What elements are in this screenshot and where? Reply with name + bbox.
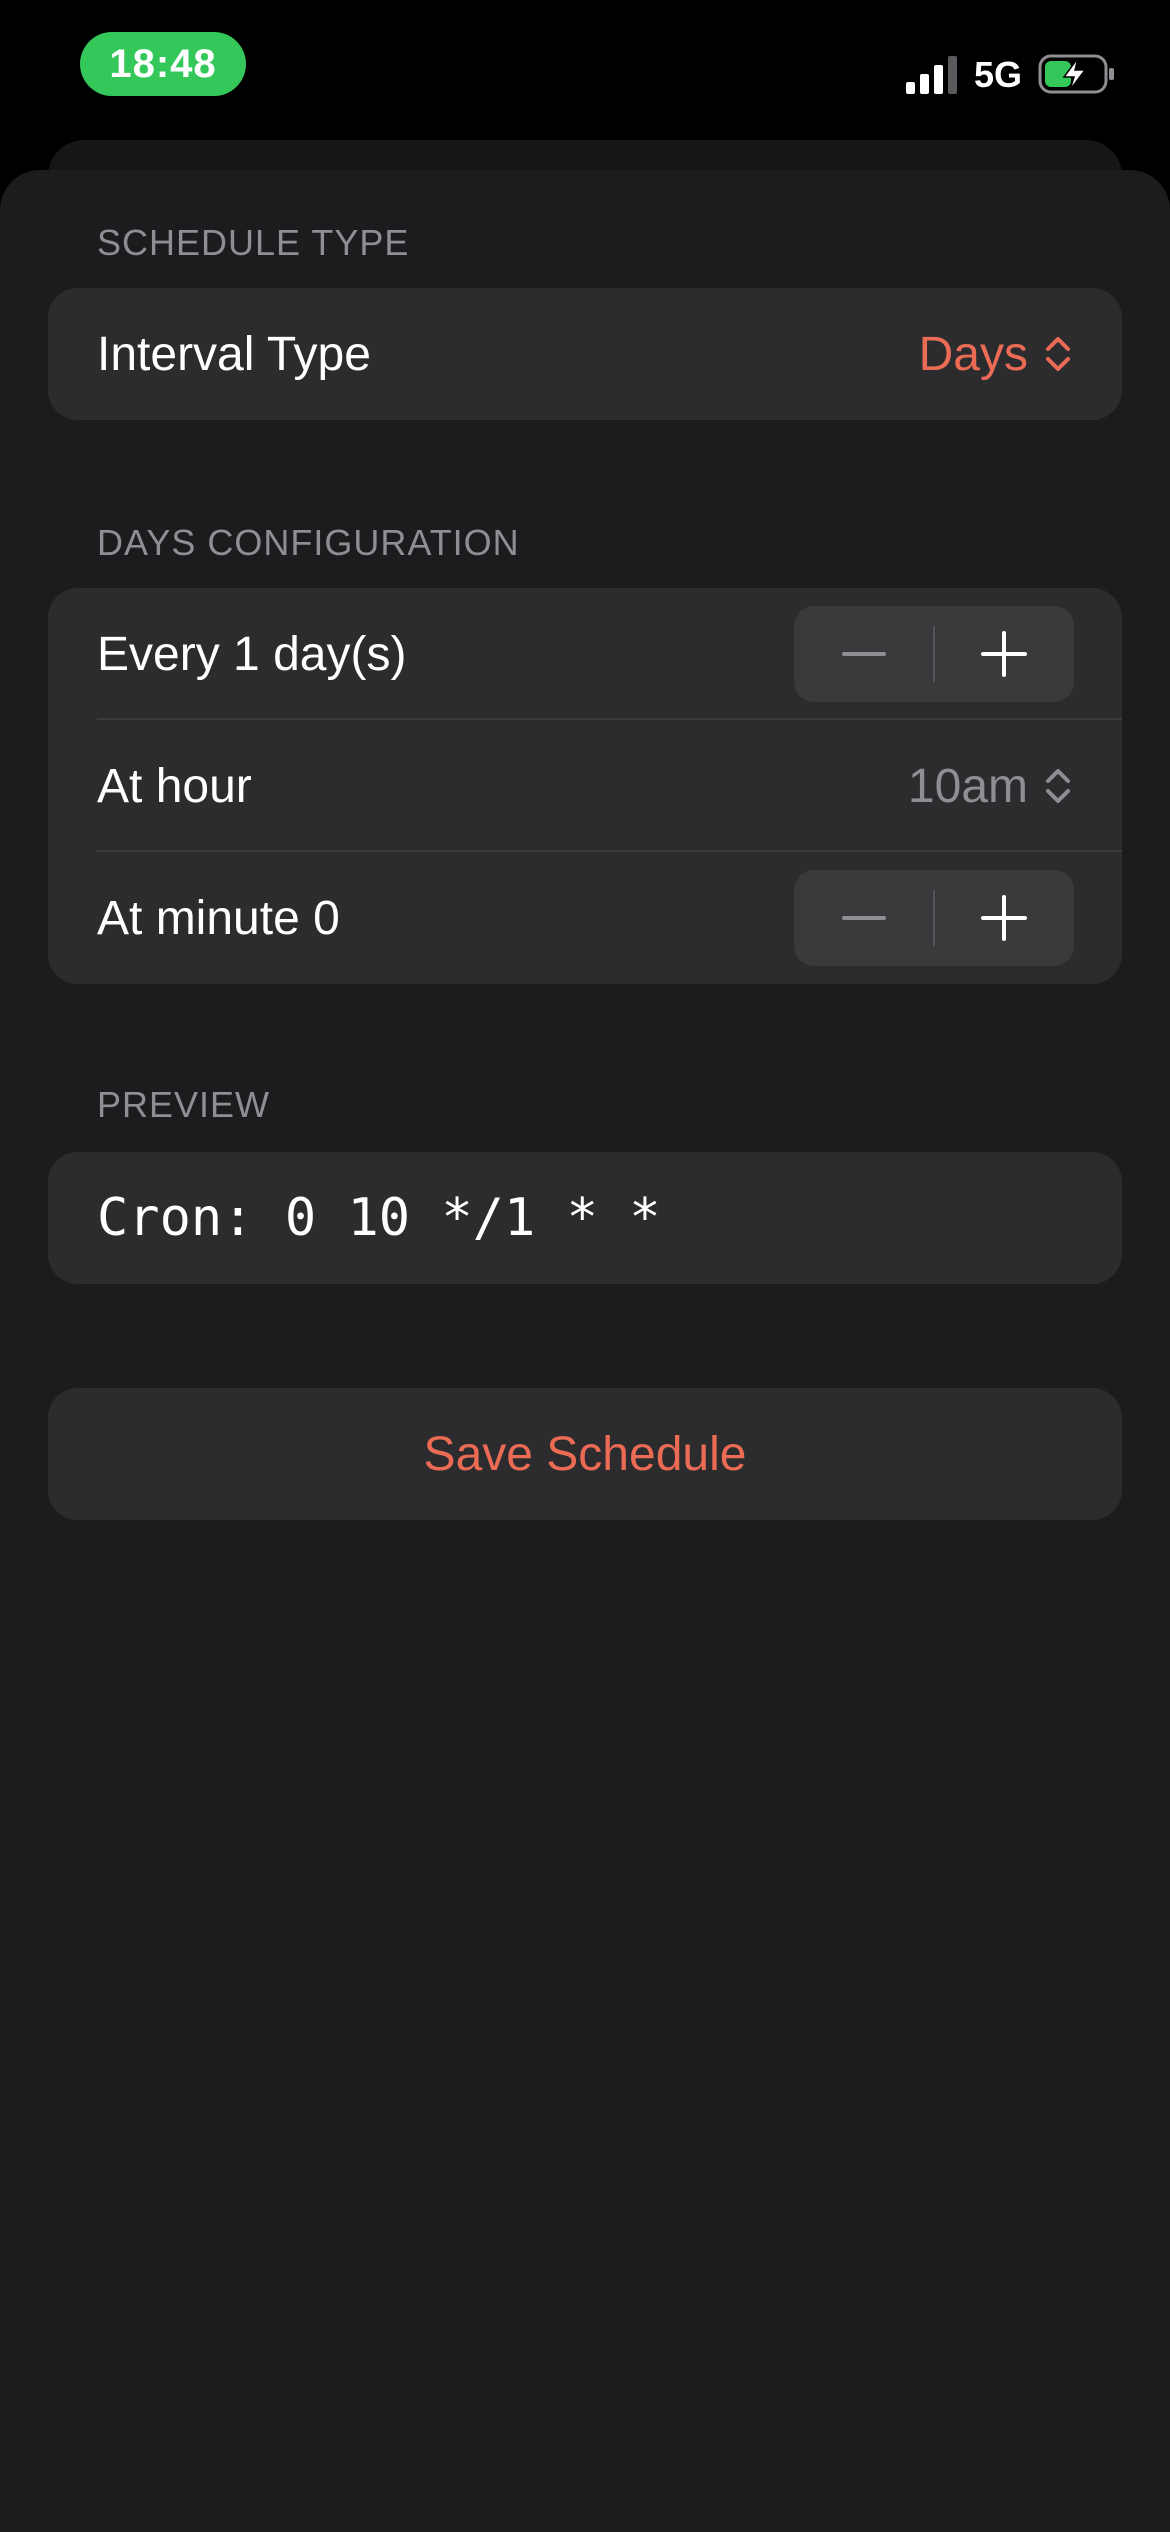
at-minute-row: At minute 0 bbox=[48, 852, 1122, 984]
minus-icon bbox=[842, 916, 886, 920]
interval-type-label: Interval Type bbox=[97, 327, 371, 381]
hour-picker[interactable]: 10am bbox=[908, 720, 1074, 852]
days-configuration-group: Every 1 day(s) At hour 10am At minute 0 bbox=[48, 588, 1122, 984]
minute-stepper bbox=[794, 870, 1074, 966]
section-header-schedule-type: SCHEDULE TYPE bbox=[97, 222, 410, 263]
days-decrement-button[interactable] bbox=[794, 606, 934, 702]
days-increment-button[interactable] bbox=[934, 606, 1074, 702]
status-time[interactable]: 18:48 bbox=[80, 32, 246, 96]
minute-increment-button[interactable] bbox=[934, 870, 1074, 966]
section-header-preview: PREVIEW bbox=[97, 1084, 271, 1125]
network-label: 5G bbox=[974, 54, 1023, 95]
screen: 18:48 5G SCHEDULE TYPE Interval Type Day… bbox=[0, 0, 1170, 2532]
battery-charging-icon bbox=[1038, 54, 1114, 94]
cron-preview-text: Cron: 0 10 */1 * * bbox=[97, 1188, 661, 1248]
minute-decrement-button[interactable] bbox=[794, 870, 934, 966]
stepper-divider bbox=[933, 890, 935, 946]
minus-icon bbox=[842, 652, 886, 656]
at-hour-row[interactable]: At hour 10am bbox=[48, 720, 1122, 852]
hour-value: 10am bbox=[907, 759, 1028, 813]
stepper-divider bbox=[933, 626, 935, 682]
interval-type-value: Days bbox=[918, 327, 1028, 381]
signal-icon bbox=[906, 56, 957, 94]
schedule-sheet: SCHEDULE TYPE Interval Type Days DAYS CO… bbox=[0, 170, 1170, 2532]
interval-type-row[interactable]: Interval Type Days bbox=[48, 288, 1122, 420]
every-days-row: Every 1 day(s) bbox=[48, 588, 1122, 720]
status-bar: 18:48 5G bbox=[0, 0, 1170, 140]
interval-type-picker[interactable]: Days bbox=[919, 288, 1074, 420]
chevron-up-down-icon bbox=[1046, 337, 1070, 371]
every-days-label: Every 1 day(s) bbox=[97, 627, 407, 681]
at-minute-label: At minute 0 bbox=[97, 891, 340, 945]
section-header-days-configuration: DAYS CONFIGURATION bbox=[97, 522, 520, 563]
plus-icon bbox=[981, 895, 1027, 941]
preview-group: Cron: 0 10 */1 * * bbox=[48, 1152, 1122, 1284]
save-schedule-button[interactable]: Save Schedule bbox=[48, 1388, 1122, 1520]
plus-icon bbox=[981, 631, 1027, 677]
cron-preview-row: Cron: 0 10 */1 * * bbox=[48, 1152, 1122, 1284]
days-stepper bbox=[794, 606, 1074, 702]
schedule-type-group: Interval Type Days bbox=[48, 288, 1122, 420]
at-hour-label: At hour bbox=[97, 759, 252, 813]
chevron-up-down-icon bbox=[1046, 769, 1070, 803]
